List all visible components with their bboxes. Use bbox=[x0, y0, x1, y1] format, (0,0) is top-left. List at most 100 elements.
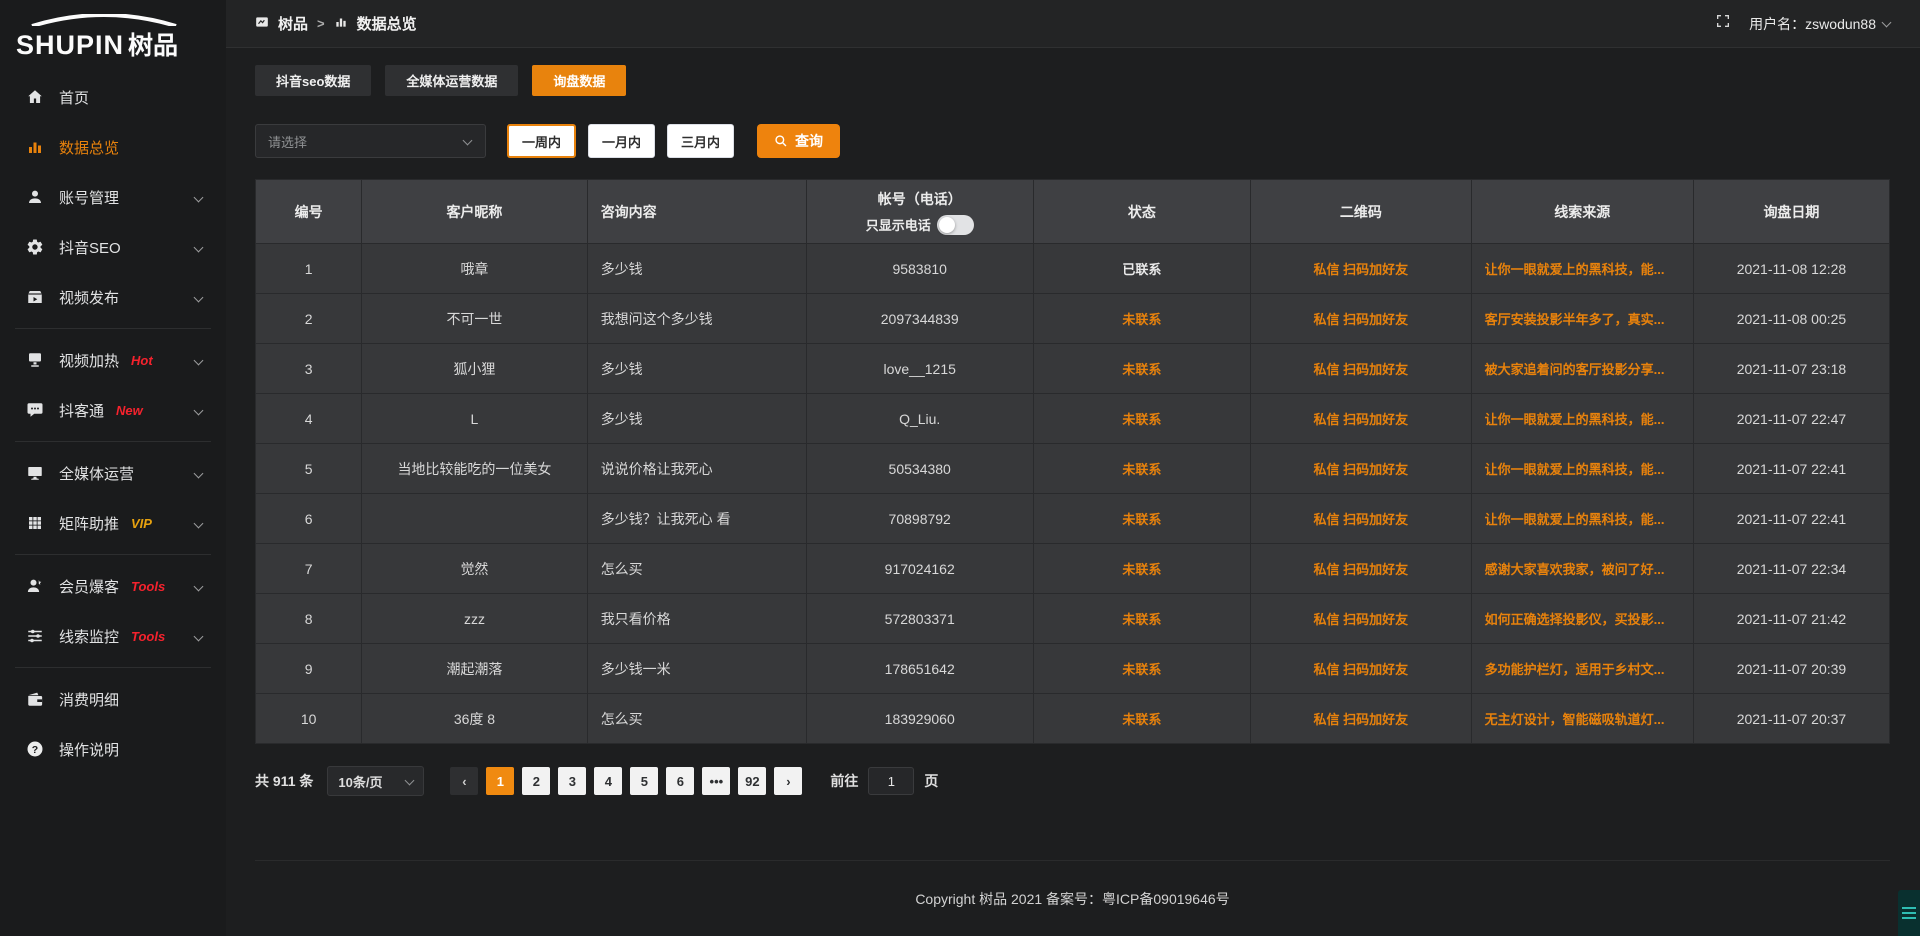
page-button-3[interactable]: 3 bbox=[558, 767, 586, 795]
grid-icon bbox=[26, 514, 44, 532]
col-id: 编号 bbox=[256, 180, 362, 244]
page-button-6[interactable]: 6 bbox=[666, 767, 694, 795]
phone-toggle-label: 只显示电话 bbox=[866, 215, 931, 234]
status-badge: 未联系 bbox=[1033, 294, 1250, 344]
period-week-button[interactable]: 一周内 bbox=[507, 124, 576, 158]
data-tabs: 抖音seo数据 全媒体运营数据 询盘数据 bbox=[255, 65, 1890, 96]
sidebar-item-douyin-seo[interactable]: 抖音SEO bbox=[0, 222, 226, 272]
lead-source-link[interactable]: 客厅安装投影半年多了，真实... bbox=[1485, 312, 1665, 327]
inquiry-table: 编号 客户昵称 咨询内容 帐号（电话） 只显示电话 状态 二维码 线索来源 bbox=[255, 179, 1890, 744]
qr-add-friend-link[interactable]: 私信 扫码加好友 bbox=[1314, 562, 1409, 577]
tools-badge: Tools bbox=[131, 629, 165, 644]
qr-add-friend-link[interactable]: 私信 扫码加好友 bbox=[1314, 512, 1409, 527]
phone-only-toggle[interactable] bbox=[937, 215, 974, 235]
monitor-icon bbox=[26, 464, 44, 482]
sidebar-item-help[interactable]: ? 操作说明 bbox=[0, 724, 226, 774]
lead-source-link[interactable]: 感谢大家喜欢我家，被问了好... bbox=[1485, 562, 1665, 577]
breadcrumb-app-icon bbox=[255, 15, 269, 33]
table-row: 8 zzz 我只看价格 572803371 未联系 私信 扫码加好友 如何正确选… bbox=[256, 594, 1890, 644]
period-quarter-button[interactable]: 三月内 bbox=[667, 124, 734, 158]
footer: Copyright 树品 2021 备案号：粤ICP备09019646号 bbox=[255, 860, 1890, 936]
page-button-1[interactable]: 1 bbox=[486, 767, 514, 795]
question-circle-icon: ? bbox=[26, 740, 44, 758]
chevron-down-icon bbox=[194, 631, 204, 641]
main-area: 树品 > 数据总览 用户名： zswodun88 抖音seo数据 全媒体运营数据… bbox=[226, 0, 1920, 936]
lead-source-link[interactable]: 让你一眼就爱上的黑科技，能... bbox=[1485, 262, 1665, 277]
member-icon bbox=[26, 577, 44, 595]
qr-add-friend-link[interactable]: 私信 扫码加好友 bbox=[1314, 262, 1409, 277]
lead-source-link[interactable]: 被大家追着问的客厅投影分享... bbox=[1485, 362, 1665, 377]
sidebar-item-lead-monitor[interactable]: 线索监控 Tools bbox=[0, 611, 226, 661]
sidebar: SHUPIN 树品 首页 数据总览 账号管理 抖音SEO 视频发布 bbox=[0, 0, 226, 936]
table-row: 7 觉然 怎么买 917024162 未联系 私信 扫码加好友 感谢大家喜欢我家… bbox=[256, 544, 1890, 594]
fullscreen-icon[interactable] bbox=[1715, 13, 1731, 34]
sidebar-item-video-publish[interactable]: 视频发布 bbox=[0, 272, 226, 322]
lead-source-link[interactable]: 多功能护栏灯，适用于乡村文... bbox=[1485, 662, 1665, 677]
page-button-2[interactable]: 2 bbox=[522, 767, 550, 795]
table-row: 5 当地比较能吃的一位美女 说说价格让我死心 50534380 未联系 私信 扫… bbox=[256, 444, 1890, 494]
corner-widget bbox=[1898, 890, 1920, 936]
prev-page-button[interactable]: ‹ bbox=[450, 767, 478, 795]
chevron-down-icon bbox=[194, 518, 204, 528]
next-page-button[interactable]: › bbox=[774, 767, 802, 795]
lead-source-link[interactable]: 让你一眼就爱上的黑科技，能... bbox=[1485, 412, 1665, 427]
gear-icon bbox=[26, 238, 44, 256]
bar-chart-icon bbox=[26, 138, 44, 156]
query-button[interactable]: 查询 bbox=[757, 124, 840, 158]
copyright-text: Copyright 树品 2021 备案号：粤ICP备09019646号 bbox=[915, 889, 1229, 909]
breadcrumb-bars-icon bbox=[334, 15, 348, 33]
table-row: 1 哦章 多少钱 9583810 已联系 私信 扫码加好友 让你一眼就爱上的黑科… bbox=[256, 244, 1890, 294]
table-header-row: 编号 客户昵称 咨询内容 帐号（电话） 只显示电话 状态 二维码 线索来源 bbox=[256, 180, 1890, 244]
chevron-down-icon bbox=[194, 292, 204, 302]
topbar: 树品 > 数据总览 用户名： zswodun88 bbox=[226, 0, 1920, 48]
page-button-4[interactable]: 4 bbox=[594, 767, 622, 795]
lead-source-link[interactable]: 让你一眼就爱上的黑科技，能... bbox=[1485, 512, 1665, 527]
app-window: SHUPIN 树品 首页 数据总览 账号管理 抖音SEO 视频发布 bbox=[0, 0, 1920, 936]
page-ellipsis-button[interactable]: ••• bbox=[702, 767, 730, 795]
page-button-last[interactable]: 92 bbox=[738, 767, 766, 795]
user-menu[interactable]: 用户名： zswodun88 bbox=[1749, 14, 1890, 34]
sidebar-item-doukectong[interactable]: 抖客通 New bbox=[0, 385, 226, 435]
qr-add-friend-link[interactable]: 私信 扫码加好友 bbox=[1314, 612, 1409, 627]
tab-inquiry-data[interactable]: 询盘数据 bbox=[532, 65, 626, 96]
sidebar-item-member-burst[interactable]: 会员爆客 Tools bbox=[0, 561, 226, 611]
qr-add-friend-link[interactable]: 私信 扫码加好友 bbox=[1314, 362, 1409, 377]
qr-add-friend-link[interactable]: 私信 扫码加好友 bbox=[1314, 412, 1409, 427]
breadcrumb-root[interactable]: 树品 bbox=[278, 13, 308, 34]
goto-page-input[interactable] bbox=[868, 767, 914, 795]
status-badge: 未联系 bbox=[1033, 444, 1250, 494]
table-row: 4 L 多少钱 Q_Liu. 未联系 私信 扫码加好友 让你一眼就爱上的黑科技，… bbox=[256, 394, 1890, 444]
logo: SHUPIN 树品 bbox=[0, 8, 226, 72]
col-account: 帐号（电话） 只显示电话 bbox=[806, 180, 1033, 244]
col-date: 询盘日期 bbox=[1693, 180, 1889, 244]
tab-omnimedia-data[interactable]: 全媒体运营数据 bbox=[385, 65, 518, 96]
qr-add-friend-link[interactable]: 私信 扫码加好友 bbox=[1314, 662, 1409, 677]
filter-bar: 请选择 一周内 一月内 三月内 查询 bbox=[255, 124, 1890, 158]
breadcrumb-current: 数据总览 bbox=[357, 13, 417, 34]
sidebar-item-home[interactable]: 首页 bbox=[0, 72, 226, 122]
sliders-icon bbox=[26, 627, 44, 645]
status-badge: 已联系 bbox=[1033, 244, 1250, 294]
sidebar-item-matrix-boost[interactable]: 矩阵助推 VIP bbox=[0, 498, 226, 548]
col-source: 线索来源 bbox=[1471, 180, 1693, 244]
lead-source-link[interactable]: 如何正确选择投影仪，买投影... bbox=[1485, 612, 1665, 627]
qr-add-friend-link[interactable]: 私信 扫码加好友 bbox=[1314, 312, 1409, 327]
status-badge: 未联系 bbox=[1033, 494, 1250, 544]
sidebar-item-video-heat[interactable]: 视频加热 Hot bbox=[0, 335, 226, 385]
qr-add-friend-link[interactable]: 私信 扫码加好友 bbox=[1314, 462, 1409, 477]
period-month-button[interactable]: 一月内 bbox=[588, 124, 655, 158]
sidebar-item-account-mgmt[interactable]: 账号管理 bbox=[0, 172, 226, 222]
sidebar-item-spend-detail[interactable]: 消费明细 bbox=[0, 674, 226, 724]
sidebar-divider bbox=[15, 441, 211, 442]
qr-add-friend-link[interactable]: 私信 扫码加好友 bbox=[1314, 712, 1409, 727]
page-size-select[interactable]: 10条/页 bbox=[327, 766, 424, 796]
sidebar-item-omnimedia[interactable]: 全媒体运营 bbox=[0, 448, 226, 498]
new-badge: New bbox=[116, 403, 143, 418]
account-select[interactable]: 请选择 bbox=[255, 124, 486, 158]
lead-source-link[interactable]: 让你一眼就爱上的黑科技，能... bbox=[1485, 462, 1665, 477]
lead-source-link[interactable]: 无主灯设计，智能磁吸轨道灯... bbox=[1485, 712, 1665, 727]
sidebar-item-data-overview[interactable]: 数据总览 bbox=[0, 122, 226, 172]
tab-douyin-seo-data[interactable]: 抖音seo数据 bbox=[255, 65, 371, 96]
page-button-5[interactable]: 5 bbox=[630, 767, 658, 795]
chevron-down-icon bbox=[194, 355, 204, 365]
